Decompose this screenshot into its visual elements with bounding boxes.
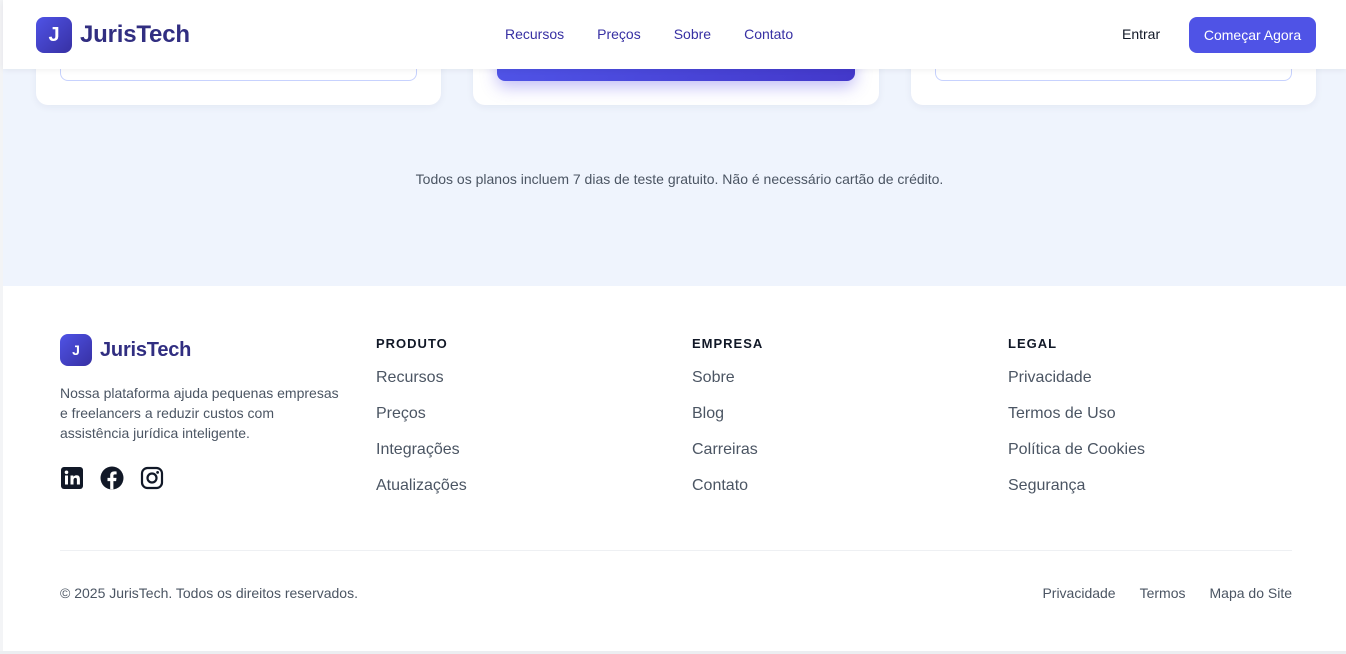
nav-link-sobre[interactable]: Sobre — [674, 26, 711, 42]
footer-heading-legal: LEGAL — [1008, 336, 1058, 351]
instagram-icon — [140, 466, 164, 490]
footer-divider — [60, 550, 1292, 551]
footer-column-empresa: EMPRESA Sobre Blog Carreiras Contato — [692, 336, 763, 512]
facebook-icon — [100, 466, 124, 490]
footer-column-legal: LEGAL Privacidade Termos de Uso Política… — [1008, 336, 1145, 512]
footer-logo[interactable]: J JurisTech — [60, 334, 191, 366]
footer-description: Nossa plataforma ajuda pequenas empresas… — [60, 385, 339, 441]
linkedin-link[interactable] — [60, 466, 100, 490]
footer-link-seguranca[interactable]: Segurança — [1008, 476, 1145, 512]
facebook-link[interactable] — [100, 466, 140, 490]
site-footer: J JurisTech Nossa plataforma ajuda peque… — [0, 286, 1346, 654]
copyright-text: © 2025 JurisTech. Todos os direitos rese… — [60, 585, 358, 601]
footer-link-blog[interactable]: Blog — [692, 404, 763, 440]
footer-link-privacidade[interactable]: Privacidade — [1008, 368, 1145, 404]
bottom-link-mapa-do-site[interactable]: Mapa do Site — [1210, 585, 1293, 601]
main-nav: Recursos Preços Sobre Contato — [505, 26, 826, 42]
footer-link-contato[interactable]: Contato — [692, 476, 763, 512]
get-started-button[interactable]: Começar Agora — [1189, 17, 1316, 53]
footer-brand-name: JurisTech — [100, 338, 192, 361]
footer-link-atualizacoes[interactable]: Atualizações — [376, 476, 467, 512]
site-header: J JurisTech Recursos Preços Sobre Contat… — [3, 0, 1346, 69]
bottom-link-privacidade[interactable]: Privacidade — [1042, 585, 1115, 601]
signin-link[interactable]: Entrar — [1122, 26, 1160, 42]
brand-name: JurisTech — [80, 21, 190, 48]
nav-link-precos[interactable]: Preços — [597, 26, 641, 42]
nav-link-recursos[interactable]: Recursos — [505, 26, 564, 42]
instagram-link[interactable] — [140, 466, 180, 490]
header-logo[interactable]: J JurisTech — [36, 17, 190, 53]
footer-logo-mark: J — [60, 334, 92, 366]
footer-link-politica-de-cookies[interactable]: Política de Cookies — [1008, 440, 1145, 476]
footer-link-recursos[interactable]: Recursos — [376, 368, 467, 404]
nav-link-contato[interactable]: Contato — [744, 26, 793, 42]
footer-heading-empresa: EMPRESA — [692, 336, 764, 351]
linkedin-icon — [61, 467, 83, 489]
bottom-link-termos[interactable]: Termos — [1140, 585, 1186, 601]
footer-link-termos-de-uso[interactable]: Termos de Uso — [1008, 404, 1145, 440]
footer-link-carreiras[interactable]: Carreiras — [692, 440, 763, 476]
trial-note: Todos os planos incluem 7 dias de teste … — [415, 171, 944, 187]
social-links — [60, 466, 180, 490]
footer-bottom-links: Privacidade Termos Mapa do Site — [1018, 585, 1292, 601]
logo-mark: J — [36, 17, 72, 53]
footer-column-produto: PRODUTO Recursos Preços Integrações Atua… — [376, 336, 467, 512]
footer-link-precos[interactable]: Preços — [376, 404, 467, 440]
footer-link-sobre[interactable]: Sobre — [692, 368, 763, 404]
footer-heading-produto: PRODUTO — [376, 336, 448, 351]
footer-link-integracoes[interactable]: Integrações — [376, 440, 467, 476]
